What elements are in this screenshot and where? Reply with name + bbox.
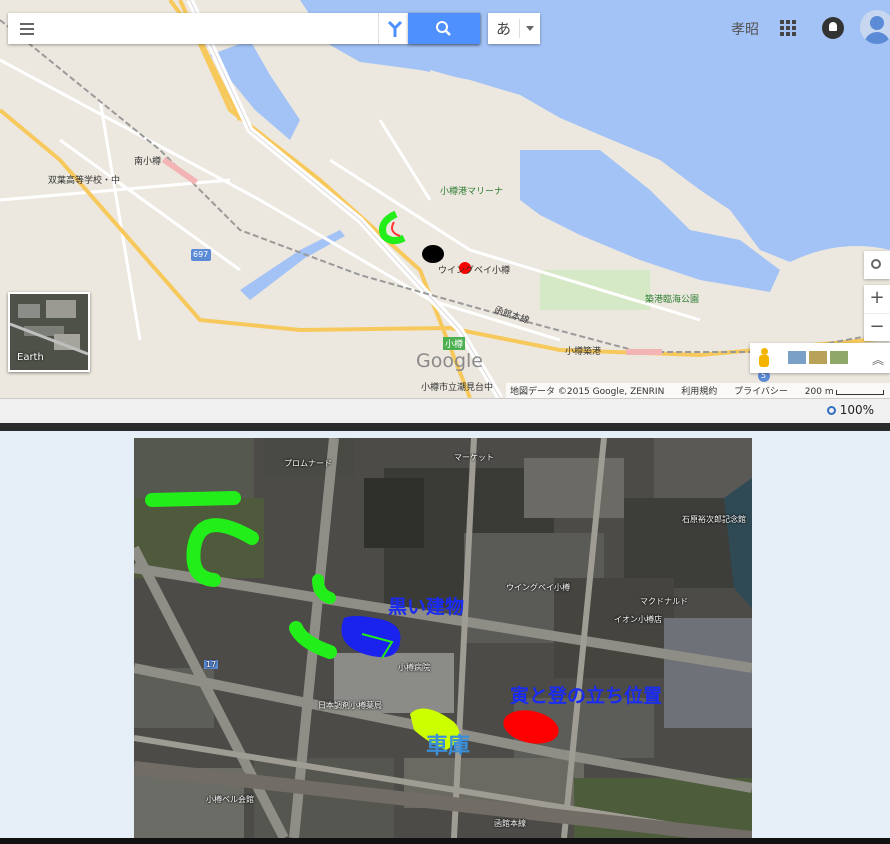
annotation-garage: 車庫 (426, 734, 471, 759)
sat-label-ishihara[interactable]: 石原裕次郎記念館 (682, 514, 746, 525)
route-697-label: 697 (193, 250, 209, 259)
sat-label-aeon[interactable]: イオン小樽店 (614, 614, 662, 625)
scale-label: 200 m (804, 387, 834, 397)
search-icon (436, 21, 451, 36)
black-mark-map (422, 245, 444, 263)
sat-label-hakodate: 函館本線 (494, 819, 526, 828)
zoom-controls: + − (864, 285, 890, 341)
satellite-image: プロムナード マーケット 小樽病院 イオン小樽店 マクドナルド 石原裕次郎記念館… (134, 438, 752, 838)
chevron-down-icon (526, 26, 534, 31)
map-label-otaru-chikko[interactable]: 小樽築港 (565, 344, 601, 357)
sat-label-market[interactable]: マーケット (454, 452, 494, 463)
expand-icon[interactable]: ︽ (872, 351, 884, 368)
terms-link[interactable]: 利用規約 (681, 387, 717, 397)
zoom-magnifier-icon (826, 406, 836, 415)
map-label-futaba-school[interactable]: 双葉高等学校・中 (48, 173, 120, 186)
zoom-out-button[interactable]: − (864, 313, 890, 342)
map-label-minami-otaru[interactable]: 南小樽 (134, 154, 161, 167)
directions-icon[interactable] (378, 13, 411, 44)
scale-bar (836, 390, 884, 395)
window-divider (0, 423, 890, 431)
sat-label-promenade[interactable]: プロムナード (284, 458, 332, 469)
zoom-in-button[interactable]: + (864, 285, 890, 313)
sat-label-pharmacy[interactable]: 日本調剤小樽薬局 (318, 700, 382, 711)
sat-label-bell-hall[interactable]: 小樽ベル会館 (206, 794, 254, 805)
sat-label-wing-bay[interactable]: ウイングベイ小樽 (506, 582, 570, 593)
sat-route-17: 17 (204, 660, 219, 669)
imagery-thumb-icon[interactable] (809, 351, 827, 364)
green-mark-map (379, 210, 406, 245)
zoom-level[interactable]: 100% (826, 403, 874, 417)
apps-grid-icon[interactable] (780, 20, 796, 36)
imagery-thumb-icon[interactable] (788, 351, 806, 364)
map-label-otaru[interactable]: 小樽 (443, 337, 466, 350)
map-label-chikko-park[interactable]: 築港臨海公園 (645, 292, 699, 305)
imagery-bar: ︽ (750, 343, 890, 373)
sat-label-mcdonalds[interactable]: マクドナルド (640, 596, 688, 607)
annotation-stand-position: 寅と登の立ち位置 (510, 685, 663, 707)
sat-label-hospital[interactable]: 小樽病院 (398, 662, 430, 673)
pegman-icon[interactable] (758, 348, 770, 368)
map-view[interactable]: 南小樽 双葉高等学校・中 小樽港マリーナ ウイングベイ小樽 築港臨海公園 函館本… (0, 0, 890, 398)
green-mark-top (145, 491, 241, 507)
google-logo: Google (416, 350, 484, 372)
annotation-black-building: 黒い建物 (388, 596, 465, 618)
bottom-bar (0, 838, 890, 844)
menu-icon[interactable] (8, 13, 48, 44)
earth-toggle[interactable]: Earth (8, 292, 90, 372)
search-input[interactable] (48, 17, 378, 41)
user-name[interactable]: 孝昭 (731, 19, 759, 39)
map-attribution: 地図データ ©2015 Google, ZENRIN 利用規約 プライバシー 2… (506, 383, 890, 398)
my-location-icon[interactable] (864, 251, 890, 279)
notification-bell-icon[interactable] (822, 17, 844, 39)
search-button[interactable] (408, 13, 480, 44)
ime-toggle[interactable]: あ (488, 13, 540, 44)
status-bar: 100% (0, 398, 890, 424)
satellite-canvas (134, 438, 752, 838)
avatar[interactable] (860, 10, 890, 44)
map-label-school-bottom[interactable]: 小樽市立潮見台中 (421, 380, 493, 393)
map-label-wing-bay[interactable]: ウイングベイ小樽 (438, 263, 510, 276)
map-label-otaru-marina[interactable]: 小樽港マリーナ (440, 184, 503, 197)
imagery-thumb-icon[interactable] (830, 351, 848, 364)
privacy-link[interactable]: プライバシー (734, 387, 788, 397)
map-data-credit: 地図データ ©2015 Google, ZENRIN (510, 387, 665, 397)
